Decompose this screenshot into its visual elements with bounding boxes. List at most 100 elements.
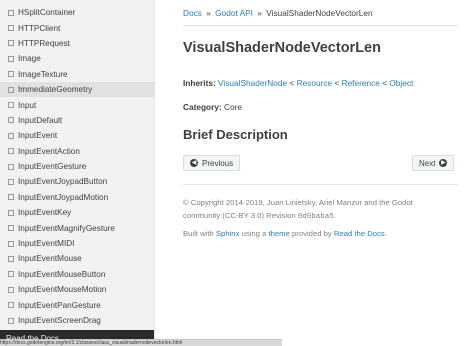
inherits-label: Inherits: bbox=[183, 78, 216, 88]
sidebar-item-label: InputEventJoypadButton bbox=[18, 177, 108, 187]
sidebar-item[interactable]: ImageTexture bbox=[0, 67, 154, 82]
sidebar-item[interactable]: InputEventJoypadMotion bbox=[0, 190, 154, 205]
sidebar-item-label: HTTPRequest bbox=[18, 38, 70, 48]
breadcrumb-docs-link[interactable]: Docs bbox=[183, 8, 202, 18]
expand-toggle-icon[interactable] bbox=[8, 132, 14, 139]
inherits-link-reference[interactable]: Reference bbox=[342, 78, 380, 88]
sidebar-item[interactable]: InputEventScreenDrag bbox=[0, 313, 154, 328]
breadcrumb-separator: » bbox=[206, 8, 211, 18]
built-with-line: Built with Sphinx using a theme provided… bbox=[183, 228, 387, 241]
expand-toggle-icon[interactable] bbox=[8, 86, 14, 93]
sidebar-item-label: ImmediateGeometry bbox=[18, 85, 93, 95]
sidebar-item-label: InputEvent bbox=[18, 131, 58, 141]
expand-toggle-icon[interactable] bbox=[8, 148, 14, 155]
expand-toggle-icon[interactable] bbox=[8, 102, 14, 109]
expand-toggle-icon[interactable] bbox=[8, 40, 14, 47]
inherits-link-visualshadernode[interactable]: VisualShaderNode bbox=[218, 78, 287, 88]
next-button[interactable]: Next ▶ bbox=[412, 155, 455, 171]
sidebar-item[interactable]: InputEventJoypadButton bbox=[0, 174, 154, 189]
inherits-link-resource[interactable]: Resource bbox=[297, 78, 333, 88]
inherits-link-object[interactable]: Object bbox=[389, 78, 413, 88]
sidebar-item[interactable]: InputEventPanGesture bbox=[0, 297, 154, 312]
sidebar-item-label: HTTPClient bbox=[18, 23, 61, 33]
sidebar-item-label: InputEventMouseMotion bbox=[18, 285, 107, 295]
expand-toggle-icon[interactable] bbox=[8, 271, 14, 278]
breadcrumb: Docs » Godot API » VisualShaderNodeVecto… bbox=[183, 8, 373, 18]
sidebar-item[interactable]: ImmediateGeometry bbox=[0, 81, 154, 98]
sidebar-item-label: InputEventMouseButton bbox=[18, 269, 106, 279]
sidebar-item[interactable]: HSplitContainer bbox=[0, 5, 154, 20]
category-value: Core bbox=[224, 102, 243, 112]
sidebar-item[interactable]: InputEventGesture bbox=[0, 159, 154, 174]
sphinx-link[interactable]: Sphinx bbox=[216, 229, 240, 238]
sidebar-item[interactable]: InputEventMouse bbox=[0, 251, 154, 266]
theme-link[interactable]: theme bbox=[269, 229, 290, 238]
read-the-docs-link[interactable]: Read the Docs bbox=[334, 229, 385, 238]
expand-toggle-icon[interactable] bbox=[8, 25, 14, 32]
built-with-text: Built with bbox=[183, 229, 214, 238]
category-line: Category: Core bbox=[183, 102, 242, 112]
expand-toggle-icon[interactable] bbox=[8, 209, 14, 216]
arrow-left-circle-icon: ◀ bbox=[190, 159, 198, 167]
browser-status-bar: https://docs.godotengine.org/en/3.1/clas… bbox=[0, 339, 282, 346]
sidebar-nav: HSplitContainer HTTPClient HTTPRequest Imag… bbox=[0, 0, 155, 346]
sidebar-item-label: InputEventScreenDrag bbox=[18, 316, 101, 325]
footer-period: . bbox=[384, 229, 387, 238]
expand-toggle-icon[interactable] bbox=[8, 255, 14, 262]
sidebar-item-label: InputEventAction bbox=[18, 146, 80, 156]
sidebar-item-label: Input bbox=[18, 100, 37, 110]
sidebar-item-label: InputEventKey bbox=[18, 208, 72, 218]
inherits-line: Inherits: VisualShaderNode < Resource < … bbox=[183, 78, 413, 88]
sidebar-item[interactable]: InputEventMagnifyGesture bbox=[0, 220, 154, 235]
expand-toggle-icon[interactable] bbox=[8, 178, 14, 185]
inherits-separator: < bbox=[289, 78, 295, 88]
sidebar-item[interactable]: HTTPClient bbox=[0, 20, 154, 35]
sidebar-item-label: InputEventJoypadMotion bbox=[18, 192, 109, 202]
sidebar-item[interactable]: InputEventMIDI bbox=[0, 236, 154, 251]
expand-toggle-icon[interactable] bbox=[8, 55, 14, 62]
provided-by-text: provided by bbox=[292, 229, 332, 238]
sidebar-item-label: InputEventPanGesture bbox=[18, 300, 101, 310]
arrow-right-circle-icon: ▶ bbox=[439, 159, 448, 167]
inherits-separator: < bbox=[382, 78, 388, 88]
sidebar-item[interactable]: Image bbox=[0, 51, 154, 66]
revision-period: . bbox=[333, 210, 336, 220]
expand-toggle-icon[interactable] bbox=[8, 71, 14, 78]
inherits-separator: < bbox=[334, 78, 340, 88]
using-a-text: using a bbox=[241, 229, 267, 238]
sidebar-item[interactable]: InputEventMouseButton bbox=[0, 267, 154, 282]
expand-toggle-icon[interactable] bbox=[8, 194, 14, 201]
breadcrumb-separator: » bbox=[257, 8, 262, 18]
sidebar-item-label: ImageTexture bbox=[18, 69, 68, 79]
sidebar-item[interactable]: InputDefault bbox=[0, 113, 154, 128]
breadcrumb-api-link[interactable]: Godot API bbox=[215, 8, 253, 18]
expand-toggle-icon[interactable] bbox=[8, 302, 14, 309]
class-list: HSplitContainer HTTPClient HTTPRequest Imag… bbox=[0, 5, 154, 328]
sidebar-item-label: Image bbox=[18, 54, 41, 64]
expand-toggle-icon[interactable] bbox=[8, 117, 14, 124]
sidebar-item[interactable]: InputEventAction bbox=[0, 144, 154, 159]
expand-toggle-icon[interactable] bbox=[8, 240, 14, 247]
revision-hash: 0d0baba5 bbox=[297, 212, 334, 221]
expand-toggle-icon[interactable] bbox=[8, 163, 14, 170]
sidebar-item[interactable]: HTTPRequest bbox=[0, 36, 154, 51]
page-title: VisualShaderNodeVectorLen bbox=[183, 40, 381, 56]
expand-toggle-icon[interactable] bbox=[8, 9, 14, 16]
sidebar-item-label: InputEventMagnifyGesture bbox=[18, 223, 115, 233]
copyright-text: © Copyright 2014-2019, Juan Linietsky, A… bbox=[183, 197, 448, 223]
sidebar-item[interactable]: InputEvent bbox=[0, 128, 154, 143]
expand-toggle-icon[interactable] bbox=[8, 286, 14, 293]
sidebar-item[interactable]: InputEventKey bbox=[0, 205, 154, 220]
next-label: Next bbox=[419, 158, 436, 168]
sidebar-item[interactable]: InputEventMouseMotion bbox=[0, 282, 154, 297]
status-url: https://docs.godotengine.org/en/3.1/clas… bbox=[0, 340, 183, 346]
sidebar-item-label: InputEventGesture bbox=[18, 162, 87, 172]
category-label: Category: bbox=[183, 102, 222, 112]
sidebar-item[interactable]: Input bbox=[0, 97, 154, 112]
previous-button[interactable]: ◀ Previous bbox=[183, 155, 241, 171]
sidebar-item-label: InputEventMouse bbox=[18, 254, 82, 264]
expand-toggle-icon[interactable] bbox=[8, 225, 14, 232]
footer-divider bbox=[183, 184, 458, 185]
expand-toggle-icon[interactable] bbox=[8, 317, 14, 324]
sidebar-item-label: InputDefault bbox=[18, 115, 63, 125]
